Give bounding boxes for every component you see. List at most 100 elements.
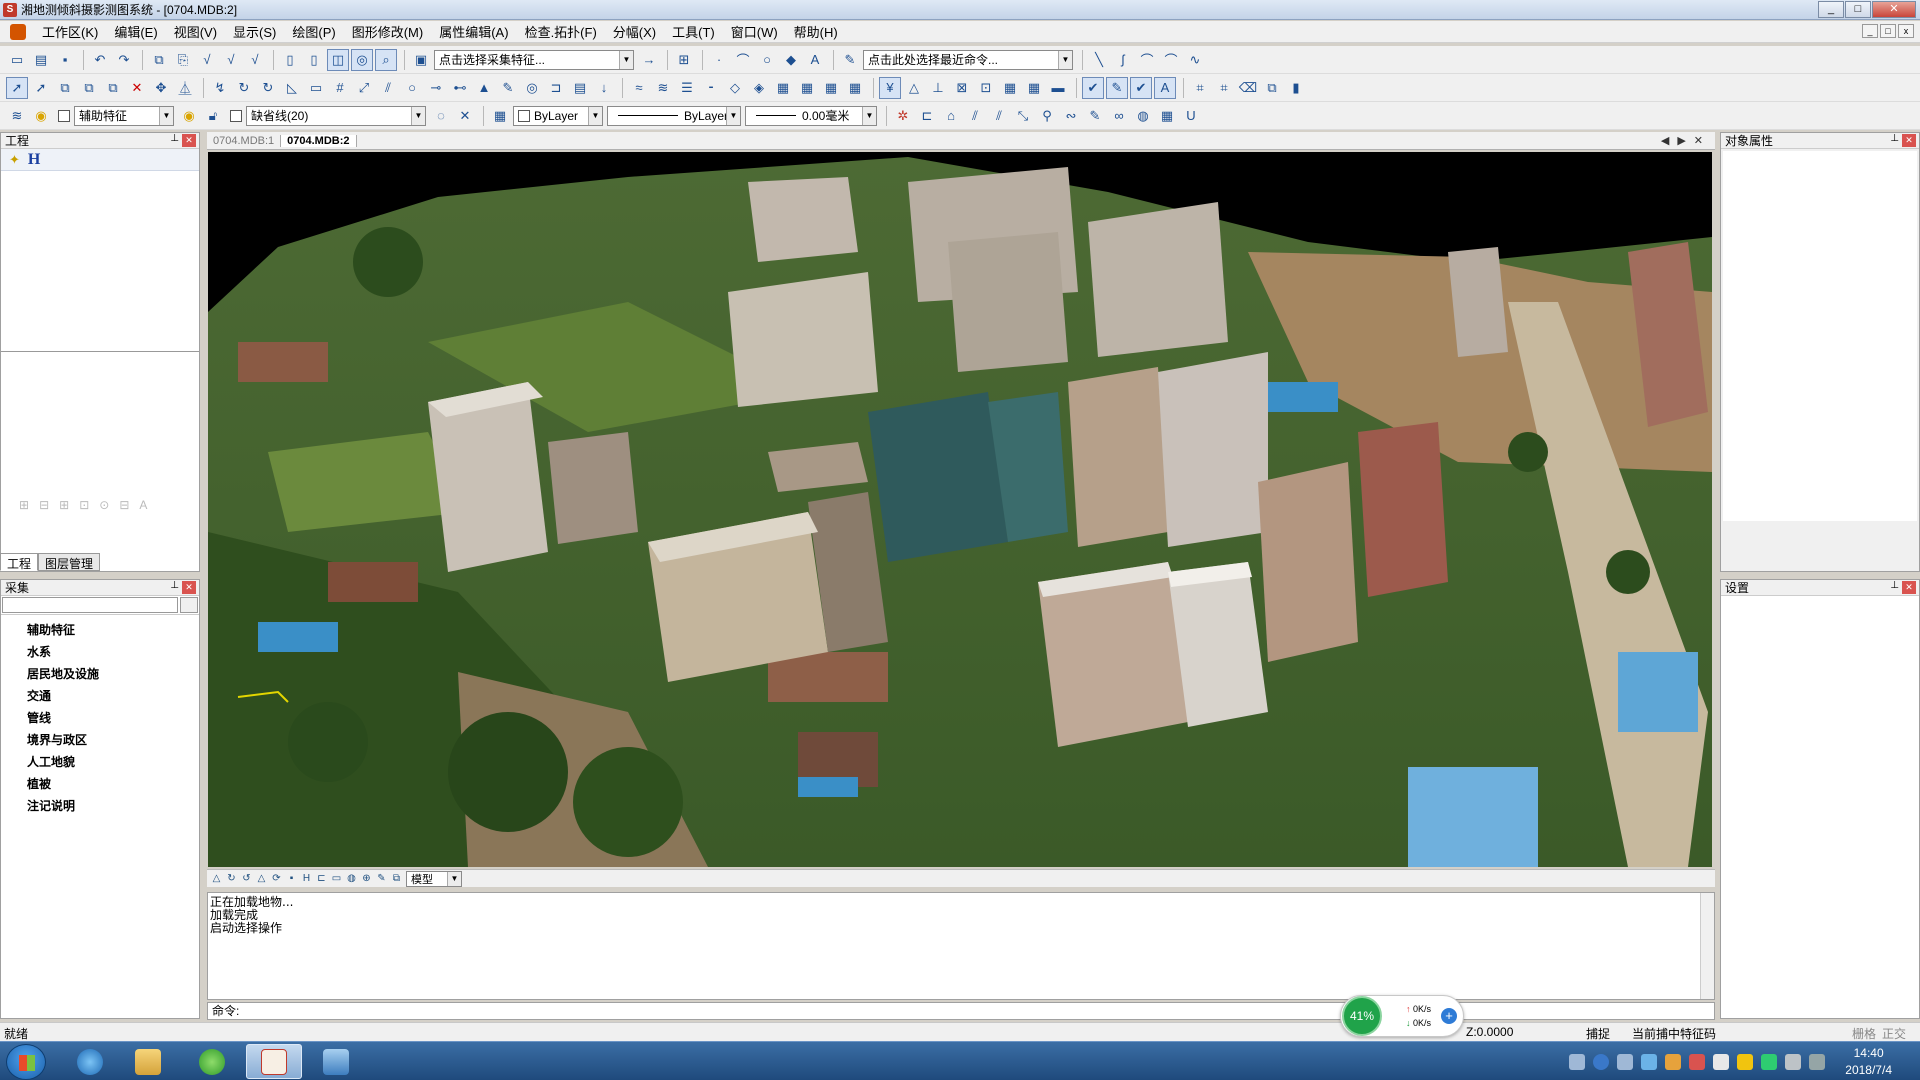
layers-icon[interactable]: ⧉ [1261,77,1283,99]
dash-icon[interactable]: ⁃ [700,77,722,99]
close-button[interactable]: ✕ [1872,1,1916,18]
rotate2-icon[interactable]: ↻ [257,77,279,99]
tool-expand-icon[interactable]: ⊞ [59,498,69,512]
select-point-icon[interactable]: ➚ [30,77,52,99]
menu-workspace[interactable]: 工作区(K) [34,22,106,41]
circle-icon[interactable]: ○ [756,49,778,71]
collect-search-input[interactable] [2,597,178,613]
erase-icon[interactable]: ⌫ [1237,77,1259,99]
view-triangle-icon[interactable]: △ [209,871,224,886]
linetype-select[interactable]: ByLayer ▼ [607,105,741,126]
speaker-mute-icon[interactable] [1809,1053,1826,1070]
category-item[interactable]: 人工地貌 [27,751,199,773]
help-icon[interactable] [1593,1053,1610,1070]
taskbar-hndz-app[interactable] [246,1044,302,1079]
status-ortho[interactable]: 正交 [1882,1025,1906,1042]
lock-icon[interactable]: 🔓︎ [202,105,224,127]
keyboard-icon[interactable] [1569,1053,1586,1070]
pin-icon[interactable]: ⊥ [1890,133,1899,144]
menu-window[interactable]: 窗口(W) [723,22,786,41]
tab-close-icon[interactable]: ✕ [1694,134,1703,147]
project-tree-root[interactable]: ✦ H [1,149,199,171]
curve-icon[interactable]: ⌒ [732,49,754,71]
view-rotate-icon[interactable]: ↻ [224,871,239,886]
tool-collapse-icon[interactable]: ⊟ [119,498,129,512]
down-icon[interactable]: ↓ [593,77,615,99]
orbit-icon[interactable]: ◎ [351,48,373,71]
vertex-icon[interactable]: ⤡ [1012,105,1034,127]
rotate-icon[interactable]: ↻ [233,77,255,99]
layer-on-icon[interactable]: ◌ [430,105,452,127]
check-all-icon[interactable]: √ [220,49,242,71]
console-scrollbar[interactable] [1700,893,1714,999]
text-a-icon[interactable]: A [1154,76,1176,99]
extend-icon[interactable]: ⤢ [353,77,375,99]
layer-state-icon[interactable]: ▦ [489,105,511,127]
pin-icon[interactable]: ⊥ [170,580,179,591]
parallel-icon[interactable]: ☰ [676,77,698,99]
clone-icon[interactable]: ⧉ [78,77,100,99]
taskbar-image-viewer[interactable] [308,1044,364,1079]
arc-icon[interactable]: ⌒ [1136,49,1158,71]
offset-icon[interactable]: ⊐ [545,77,567,99]
antivirus-icon[interactable] [1689,1053,1706,1070]
pin-icon[interactable]: ⊥ [170,133,179,144]
layer2-icon[interactable]: ▯ [303,49,325,71]
tab-prev-icon[interactable]: ◀ [1661,134,1669,147]
mdi-close-button[interactable]: x [1898,24,1914,38]
snap-perp-icon[interactable]: ⊥ [927,77,949,99]
doc-tab-2[interactable]: 0704.MDB:2 [280,134,357,147]
frame-icon[interactable]: ⌗ [1189,77,1211,99]
snap-line-icon[interactable]: ▬ [1047,77,1069,99]
grid-delete-icon[interactable]: ▦ [820,77,842,99]
tab-project[interactable]: 工程 [0,553,39,571]
hatch-icon[interactable]: ≋ [652,77,674,99]
undo-icon[interactable]: ↶ [89,49,111,71]
trim-icon[interactable]: ⫽ [377,77,399,99]
menu-modify[interactable]: 图形修改(M) [344,22,432,41]
menu-attribute[interactable]: 属性编辑(A) [431,22,516,41]
circle-tool-icon[interactable]: ○ [401,77,423,99]
globe-icon[interactable]: ◍ [1132,105,1154,127]
tray-plus-icon[interactable] [1737,1053,1754,1070]
layer-select[interactable]: 辅助特征 ▼ [74,105,174,126]
u-icon[interactable]: U [1180,105,1202,127]
layer-off-icon[interactable]: ✕ [454,105,476,127]
snap-near-icon[interactable]: ⊡ [975,77,997,99]
mirror-icon[interactable]: ⏅ [174,77,196,99]
command-icon[interactable]: ✎ [839,49,861,71]
doc-tab-1[interactable]: 0704.MDB:1 [207,135,280,147]
point-icon[interactable]: · [708,49,730,71]
pin-icon[interactable]: ⊥ [1890,580,1899,591]
menu-view[interactable]: 视图(V) [166,22,225,41]
hatch2-icon[interactable]: ⫽ [964,105,986,127]
multi-copy-icon[interactable]: ⧉ [102,77,124,99]
menu-draw[interactable]: 绘图(P) [284,22,343,41]
status-snap[interactable]: 捕捉 [1586,1025,1610,1042]
line-icon[interactable]: ╲ [1088,49,1110,71]
spiral-icon[interactable]: ◎ [521,77,543,99]
tree-icon[interactable]: ⚲ [1036,105,1058,127]
linetype-layer-checkbox[interactable] [230,109,242,122]
category-item[interactable]: 居民地及设施 [27,663,199,685]
grid3-icon[interactable]: ▦ [844,77,866,99]
align-icon[interactable]: ⊏ [916,105,938,127]
category-item[interactable]: 水系 [27,641,199,663]
shield-icon[interactable] [1713,1053,1730,1070]
apply-feature-icon[interactable]: → [638,49,660,71]
category-item[interactable]: 交通 [27,685,199,707]
grid2-icon[interactable]: ▦ [796,77,818,99]
view-layers-icon[interactable]: ⧉ [389,871,404,886]
color-select[interactable]: ByLayer ▼ [513,105,603,126]
view-rotate2-icon[interactable]: ↺ [239,871,254,886]
tool-move-icon[interactable]: ⊡ [79,498,89,512]
table-icon[interactable]: ▤ [569,77,591,99]
grid-snap-icon[interactable]: # [329,77,351,99]
copy-icon[interactable]: ⧉ [54,77,76,99]
tab-layer-manager[interactable]: 图层管理 [38,553,101,571]
new-file-icon[interactable]: ▭ [6,49,28,71]
menu-check-topology[interactable]: 检查.拓扑(F) [517,22,605,41]
node-icon[interactable]: ◈ [748,77,770,99]
stamp-icon[interactable]: ▲ [473,77,495,99]
accelerate-button[interactable]: + [1441,1008,1458,1024]
